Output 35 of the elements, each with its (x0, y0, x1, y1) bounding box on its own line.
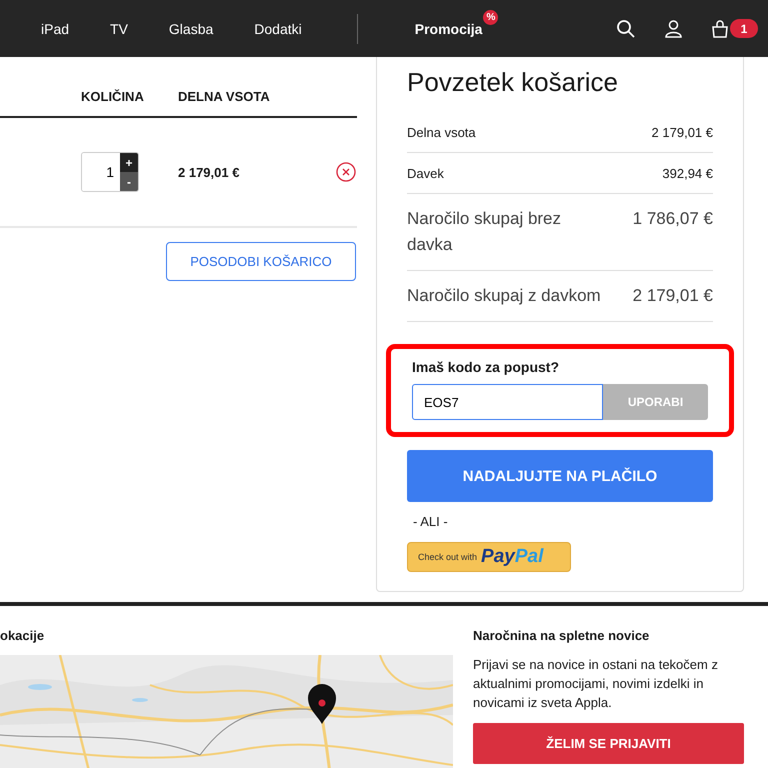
column-header: KOLIČINA (81, 89, 145, 104)
search-icon[interactable] (617, 20, 635, 38)
summary-label: Naročilo skupaj z davkom (407, 285, 601, 307)
summary-value: 392,94 € (662, 166, 713, 181)
increment-button[interactable]: + (120, 153, 138, 172)
user-icon[interactable] (665, 20, 682, 38)
remove-button[interactable] (336, 162, 356, 182)
update-cart-button[interactable]: POSODOBI KOŠARICO (166, 242, 356, 281)
summary-value: 2 179,01 € (652, 125, 713, 140)
shopping-bag-icon[interactable] (712, 20, 728, 38)
decrement-button[interactable]: - (120, 172, 138, 191)
checkout-button[interactable]: NADALJUJTE NA PLAČILO (407, 450, 713, 502)
coupon-input[interactable]: EOS7 (412, 384, 603, 420)
newsletter-title: Naročnina na spletne novice (473, 628, 650, 643)
coupon-label: Imaš kodo za popust? (412, 359, 560, 375)
paypal-button[interactable]: Check out with PayPal (407, 542, 571, 572)
summary-label: Davek (407, 166, 444, 181)
summary-value: 2 179,01 € (632, 285, 713, 307)
column-header: DELNA VSOTA (178, 89, 270, 104)
map-pin-icon (307, 683, 337, 725)
summary-value: 1 786,07 € (632, 208, 713, 230)
cart-count-badge: 1 (730, 19, 758, 38)
subscribe-button[interactable]: ŽELIM SE PRIJAVITI (473, 723, 744, 764)
nav-link[interactable]: iPad (41, 20, 70, 36)
newsletter-text: Prijavi se na novice in ostani na tekočem z aktualnimi promocijami, novimi izdelki in novicami iz sveta Appla. (473, 656, 719, 712)
subtotal: 2 179,01 € (178, 164, 240, 180)
percent-badge: % (483, 10, 498, 24)
section-title: okacije (0, 628, 46, 643)
or-separator: - ALI - (413, 514, 448, 529)
summary-label: Delna vsota (407, 125, 476, 140)
summary-label: Naročilo skupaj brez davka (407, 208, 562, 256)
nav-link[interactable]: Glasba (168, 20, 214, 36)
summary-title: Povzetek košarice (407, 67, 619, 98)
nav-link[interactable]: TV (110, 20, 128, 36)
nav-link[interactable]: Dodatki (254, 20, 302, 36)
